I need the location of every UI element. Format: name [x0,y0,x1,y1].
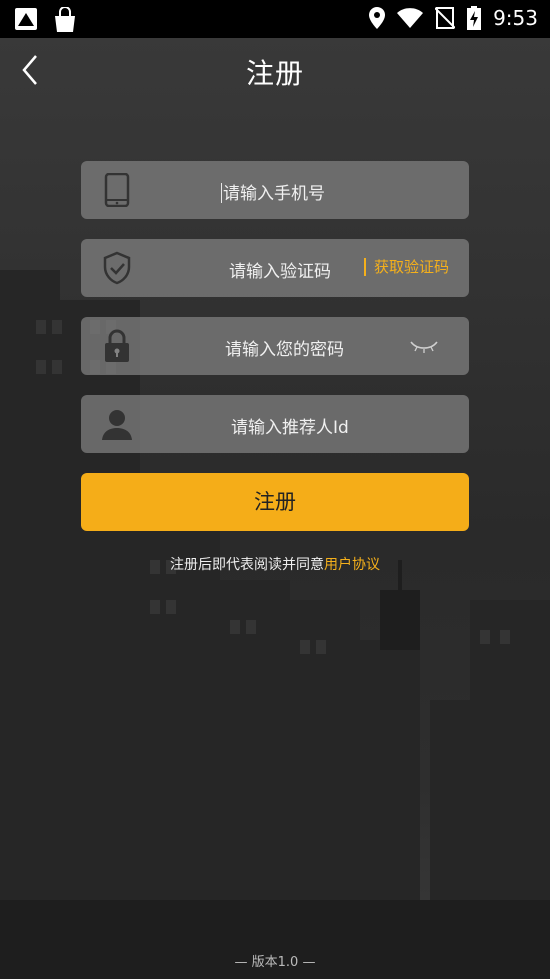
agreement-prefix: 注册后即代表阅读并同意 [170,557,324,573]
user-agreement-link[interactable]: 用户协议 [324,557,380,573]
user-icon [102,410,132,440]
eye-closed-icon[interactable] [409,338,439,354]
phone-icon [104,173,130,207]
battery-charging-icon [467,6,482,30]
code-placeholder: 请输入验证码 [229,262,331,282]
lock-icon [105,329,129,362]
wifi-icon [397,8,424,28]
location-icon [369,7,386,29]
shopping-bag-icon [55,7,75,32]
phone-placeholder: 请输入手机号 [221,179,325,204]
page-title: 注册 [245,57,304,90]
register-button[interactable]: 注册 [81,473,469,531]
header: 注册 [0,38,550,104]
text-cursor [221,183,222,203]
no-sim-icon [435,7,456,29]
referrer-id-field[interactable]: 请输入推荐人Id [81,395,469,453]
version-label: — 版本1.0 — [234,955,316,970]
get-code-button[interactable]: 获取验证码 [363,258,449,276]
phone-placeholder-text: 请输入手机号 [223,184,325,204]
shield-icon [103,251,131,285]
register-screen: 9:53 注册 请输入手机号 请输入验证码 获取验证码 请输入您的密码 请输入推… [0,0,550,979]
status-bar: 9:53 [0,0,550,38]
status-time: 9:53 [493,6,538,30]
agreement-text: 注册后即代表阅读并同意用户协议 [0,554,550,574]
phone-field[interactable]: 请输入手机号 [81,161,469,219]
app-notification-icon [15,8,37,30]
referrer-placeholder: 请输入推荐人Id [231,418,349,438]
verification-code-field[interactable]: 请输入验证码 获取验证码 [81,239,469,297]
password-placeholder: 请输入您的密码 [225,340,344,360]
password-field[interactable]: 请输入您的密码 [81,317,469,375]
